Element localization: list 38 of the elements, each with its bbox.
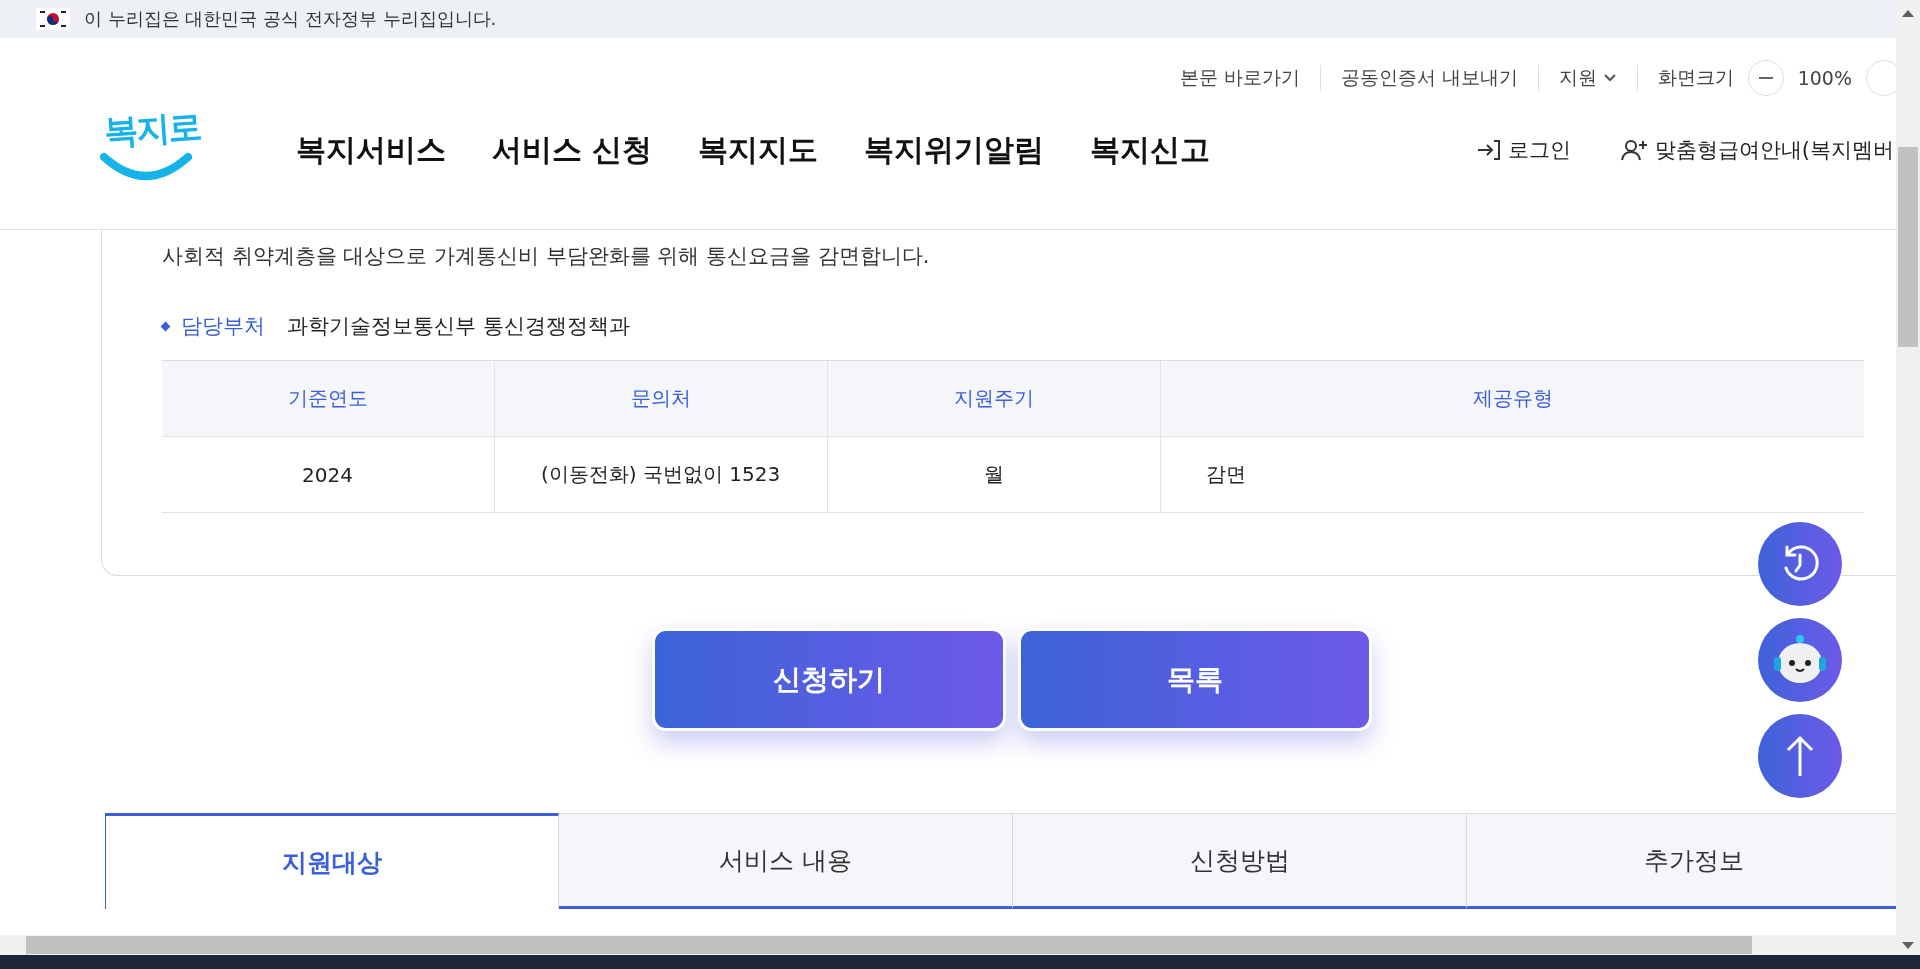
department-value: 과학기술정보통신부 통신경쟁정책과	[287, 313, 630, 340]
table-cell: (이동전화) 국번없이 1523	[494, 436, 828, 513]
zoom-reading: 100%	[1797, 67, 1852, 89]
nav-item[interactable]: 복지서비스	[296, 129, 446, 171]
member-link[interactable]: 맞춤형급여안내(복지멤버	[1620, 136, 1894, 164]
column-header: 문의처	[494, 360, 828, 437]
tab[interactable]: 서비스 내용	[559, 813, 1013, 909]
login-icon	[1475, 138, 1502, 162]
table-cell: 2024	[162, 436, 495, 513]
utility-link[interactable]: 본문 바로가기	[1159, 65, 1321, 91]
nav-item[interactable]: 서비스 신청	[492, 129, 653, 171]
description-text: 사회적 취약계층을 대상으로 가계통신비 부담완화를 위해 통신요금을 감면합니다.	[162, 243, 931, 270]
table-cell: 월	[827, 436, 1161, 513]
table-cell: 감면	[1160, 436, 1864, 513]
chevron-down-icon	[1602, 73, 1617, 83]
nav-item[interactable]: 복지위기알림	[864, 129, 1045, 171]
tab[interactable]: 지원대상	[105, 813, 559, 909]
column-header: 제공유형	[1160, 360, 1864, 437]
utility-link[interactable]: 지원	[1538, 65, 1638, 91]
nav-item[interactable]: 복지신고	[1090, 129, 1211, 171]
gov-notice-text: 이 누리집은 대한민국 공식 전자정부 누리집입니다.	[84, 7, 497, 31]
tab[interactable]: 추가정보	[1467, 813, 1896, 909]
bullet-icon	[160, 321, 171, 331]
apply-button[interactable]: 신청하기	[652, 628, 1006, 731]
tab[interactable]: 신청방법	[1013, 813, 1467, 909]
nav-item[interactable]: 복지지도	[698, 129, 819, 171]
list-button[interactable]: 목록	[1018, 628, 1372, 731]
minus-icon	[1758, 77, 1773, 79]
column-header: 지원주기	[827, 360, 1161, 437]
zoom-out-button[interactable]	[1747, 60, 1784, 96]
user-add-icon	[1620, 138, 1649, 162]
utility-link[interactable]: 공동인증서 내보내기	[1320, 65, 1539, 91]
flag-icon	[36, 8, 70, 30]
login-link[interactable]: 로그인	[1475, 136, 1571, 164]
department-label: 담당부처	[181, 313, 265, 340]
arrow-up-icon	[1784, 734, 1816, 778]
column-header: 기준연도	[162, 360, 495, 437]
zoom-label: 화면크기	[1656, 65, 1734, 90]
